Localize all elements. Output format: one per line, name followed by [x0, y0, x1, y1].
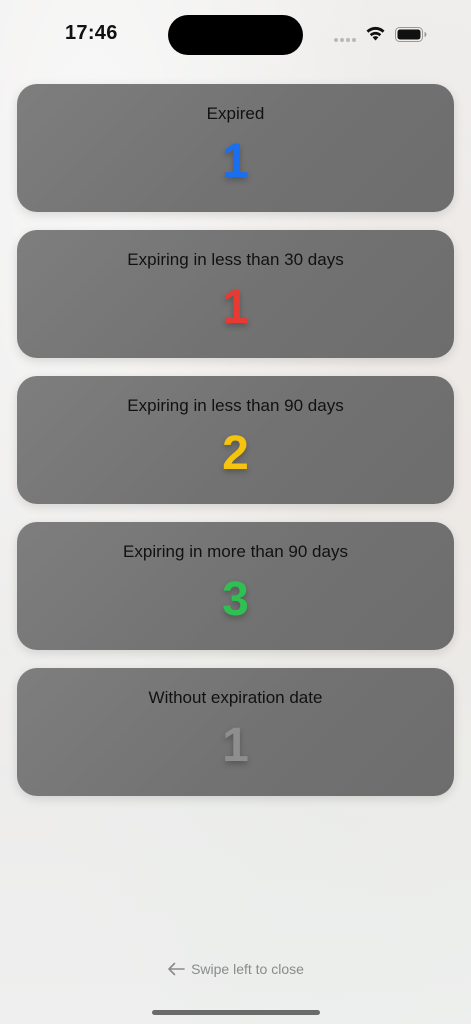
card-count: 1	[222, 135, 249, 188]
card-label: Expiring in less than 30 days	[127, 250, 344, 269]
cellular-signal-icon	[334, 38, 356, 42]
swipe-hint-label: Swipe left to close	[191, 961, 304, 977]
card-expiring-90-days[interactable]: Expiring in less than 90 days 2	[17, 376, 454, 504]
card-count: 2	[222, 427, 249, 480]
card-expiring-30-days[interactable]: Expiring in less than 30 days 1	[17, 230, 454, 358]
card-expired[interactable]: Expired 1	[17, 84, 454, 212]
status-time: 17:46	[65, 22, 118, 44]
card-count: 1	[222, 281, 249, 334]
card-label: Without expiration date	[148, 688, 323, 707]
home-indicator[interactable]	[152, 1010, 320, 1015]
arrow-left-icon	[168, 962, 185, 976]
battery-icon	[395, 27, 427, 42]
card-without-expiration[interactable]: Without expiration date 1	[17, 668, 454, 796]
card-expiring-more-than-90-days[interactable]: Expiring in more than 90 days 3	[17, 522, 454, 650]
dynamic-island	[168, 15, 303, 55]
status-bar: 17:46	[0, 0, 471, 70]
card-label: Expiring in more than 90 days	[123, 542, 348, 561]
wifi-icon	[366, 26, 385, 41]
card-label: Expired	[206, 104, 265, 123]
card-count: 3	[222, 573, 249, 626]
expiration-summary-list: Expired 1 Expiring in less than 30 days …	[17, 84, 454, 814]
card-label: Expiring in less than 90 days	[127, 396, 344, 415]
swipe-hint: Swipe left to close	[0, 961, 471, 977]
card-count: 1	[222, 719, 249, 772]
